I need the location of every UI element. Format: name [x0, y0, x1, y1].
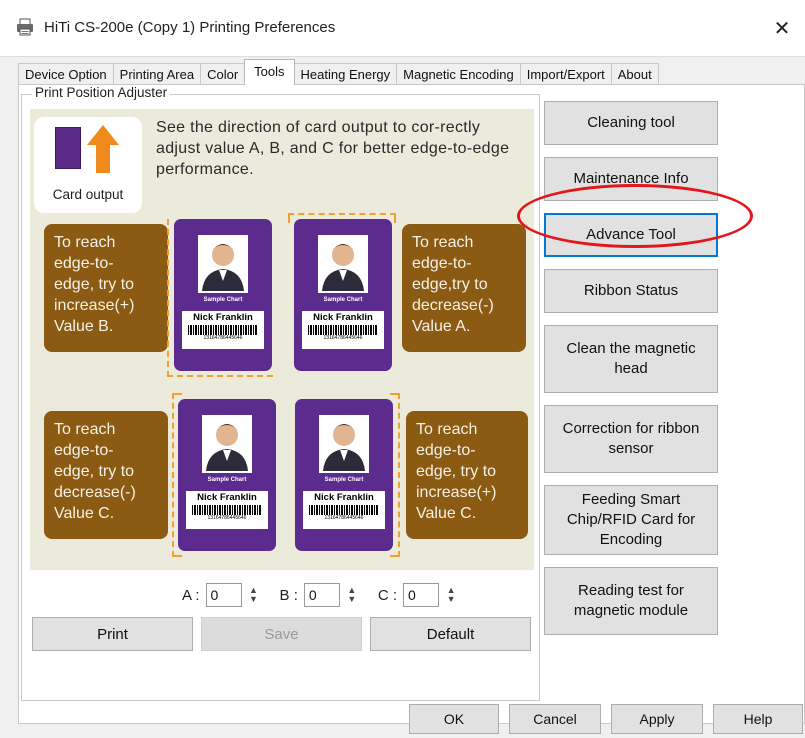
value-a-spinner[interactable]: ▲ ▼ — [248, 583, 260, 607]
cleaning-tool-button[interactable]: Cleaning tool — [544, 101, 718, 145]
sample-chart-label: Sample Chart — [207, 477, 247, 483]
chevron-down-icon[interactable]: ▼ — [347, 595, 356, 604]
card-name-box: Nick Franklin 13164786445646 — [182, 311, 264, 349]
value-c-label: C : — [377, 586, 398, 604]
ribbon-status-button[interactable]: Ribbon Status — [544, 269, 718, 313]
sample-id-card: Sample Chart Nick Franklin 1316478644564… — [174, 219, 272, 371]
arrow-up-icon — [87, 125, 119, 173]
close-button[interactable]: ✕ — [759, 8, 805, 48]
barcode-number: 13164786445646 — [207, 515, 247, 521]
hint-bubble-decrease-a: To reach edge-to- edge,try to decrease(-… — [402, 224, 526, 352]
printer-icon — [17, 18, 33, 36]
tab-tools[interactable]: Tools — [244, 59, 295, 85]
hint-bubble-increase-c-right: To reach edge-to- edge, try to increase(… — [406, 411, 528, 539]
group-legend: Print Position Adjuster — [32, 85, 171, 100]
help-button[interactable]: Help — [713, 704, 803, 734]
barcode-number: 13164786445646 — [324, 515, 364, 521]
card-name-box: Nick Franklin 13164786445646 — [303, 491, 385, 529]
chevron-down-icon[interactable]: ▼ — [447, 595, 456, 604]
value-b-spinner[interactable]: ▲ ▼ — [346, 583, 358, 607]
value-b-label: B : — [279, 586, 298, 604]
card-name: Nick Franklin — [313, 312, 373, 323]
chevron-down-icon[interactable]: ▼ — [249, 595, 258, 604]
sample-chart-label: Sample Chart — [324, 477, 364, 483]
value-a-label: A : — [182, 586, 200, 604]
tab-magnetic-encoding[interactable]: Magnetic Encoding — [396, 63, 521, 85]
save-button[interactable]: Save — [201, 617, 362, 651]
value-a-input[interactable] — [205, 583, 242, 607]
hint-bubble-increase-b: To reach edge-to- edge, try to increase(… — [44, 224, 168, 352]
window-title: HiTi CS-200e (Copy 1) Printing Preferenc… — [44, 19, 336, 36]
advance-tool-button[interactable]: Advance Tool — [544, 213, 718, 257]
title-bar: HiTi CS-200e (Copy 1) Printing Preferenc… — [0, 0, 805, 56]
card-output-mini-card — [55, 127, 81, 169]
dialog-body: Device Option Printing Area Color Tools … — [0, 56, 805, 738]
maintenance-info-button[interactable]: Maintenance Info — [544, 157, 718, 201]
tab-heating-energy[interactable]: Heating Energy — [293, 63, 398, 85]
sample-chart-label: Sample Chart — [203, 297, 243, 303]
tab-device-option[interactable]: Device Option — [18, 63, 114, 85]
value-c-input[interactable] — [403, 583, 440, 607]
barcode — [309, 505, 379, 515]
position-value-steppers: A : ▲▼ B : ▲▼ C : ▲▼ — [182, 582, 471, 608]
card-name-box: Nick Franklin 13164786445646 — [302, 311, 384, 349]
print-button[interactable]: Print — [32, 617, 193, 651]
tab-printing-area[interactable]: Printing Area — [112, 63, 202, 85]
card-output-badge: Card output — [34, 117, 142, 213]
card-name: Nick Franklin — [197, 492, 257, 503]
ribbon-sensor-correction-button[interactable]: Correction for ribbon sensor — [544, 405, 718, 473]
value-c-spinner[interactable]: ▲ ▼ — [445, 583, 457, 607]
avatar — [198, 235, 248, 293]
hint-text: To reach edge-to- edge, try to decrease(… — [54, 421, 136, 522]
barcode — [308, 325, 378, 335]
card-name: Nick Franklin — [314, 492, 374, 503]
ok-button[interactable]: OK — [409, 704, 499, 734]
barcode — [188, 325, 258, 335]
sample-id-card: Sample Chart Nick Franklin 1316478644564… — [178, 399, 276, 551]
card-output-label: Card output — [52, 187, 124, 202]
default-button[interactable]: Default — [370, 617, 531, 651]
tab-about[interactable]: About — [610, 63, 659, 85]
card-name-box: Nick Franklin 13164786445646 — [186, 491, 268, 529]
barcode-number: 13164786445646 — [323, 335, 363, 341]
sample-id-card: Sample Chart Nick Franklin 1316478644564… — [295, 399, 393, 551]
hint-text: To reach edge-to- edge,try to decrease(-… — [412, 234, 494, 335]
reading-test-magnetic-button[interactable]: Reading test for magnetic module — [544, 567, 718, 635]
tab-strip: Device Option Printing Area Color Tools … — [18, 59, 659, 85]
tab-color[interactable]: Color — [200, 63, 246, 85]
tools-tab-panel: Print Position Adjuster Card output See … — [18, 84, 805, 724]
apply-button[interactable]: Apply — [611, 704, 703, 734]
card-name: Nick Franklin — [193, 312, 253, 323]
clean-magnetic-head-button[interactable]: Clean the magnetic head — [544, 325, 718, 393]
adjustment-illustration: Card output See the direction of card ou… — [30, 109, 534, 570]
dashed-guide-right — [390, 393, 400, 557]
close-icon: ✕ — [773, 17, 791, 40]
hint-text: To reach edge-to- edge, try to increase(… — [54, 234, 135, 335]
barcode-number: 13164786445646 — [203, 335, 243, 341]
sample-chart-label: Sample Chart — [323, 297, 363, 303]
print-position-adjuster-group: Print Position Adjuster Card output See … — [21, 85, 540, 701]
avatar — [319, 415, 369, 473]
hint-bubble-decrease-c-left: To reach edge-to- edge, try to decrease(… — [44, 411, 168, 539]
feeding-smart-chip-rfid-button[interactable]: Feeding Smart Chip/RFID Card for Encodin… — [544, 485, 718, 555]
sample-id-card: Sample Chart Nick Franklin 1316478644564… — [294, 219, 392, 371]
tab-import-export[interactable]: Import/Export — [519, 63, 612, 85]
cancel-button[interactable]: Cancel — [509, 704, 601, 734]
avatar — [318, 235, 368, 293]
avatar — [202, 415, 252, 473]
instruction-text: See the direction of card output to cor-… — [156, 119, 510, 178]
value-b-input[interactable] — [303, 583, 340, 607]
barcode — [192, 505, 262, 515]
hint-text: To reach edge-to- edge, try to increase(… — [416, 421, 497, 522]
